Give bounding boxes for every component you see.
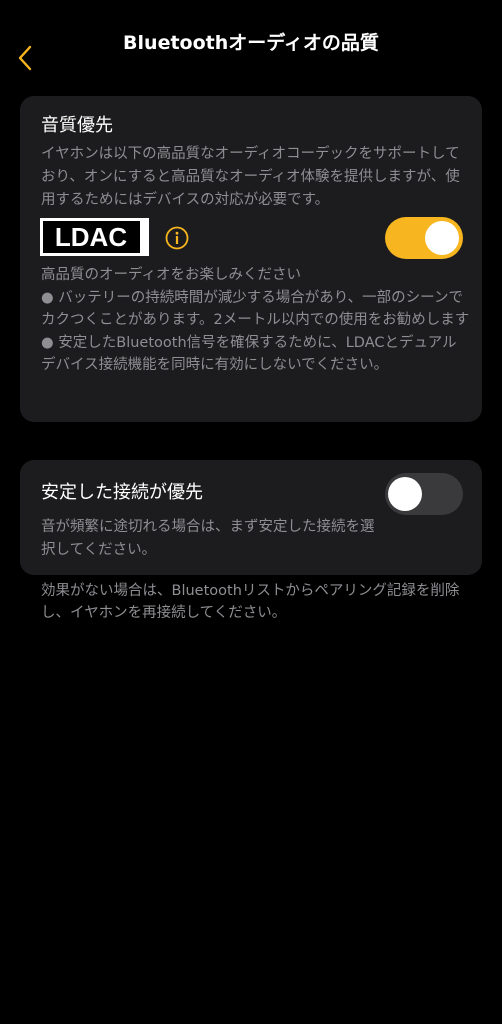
page-title: Bluetoothオーディオの品質	[123, 32, 379, 54]
ldac-details: 高品質のオーディオをお楽しみください ● バッテリーの持続時間が減少する場合があ…	[41, 264, 471, 377]
back-button[interactable]	[10, 38, 40, 78]
ldac-logo-text: LDAC	[55, 222, 127, 252]
stable-connection-description: 音が頻繁に途切れる場合は、まず安定した接続を選択してください。	[41, 519, 375, 558]
chevron-left-icon	[18, 45, 32, 71]
toggle-knob	[425, 221, 459, 255]
stable-connection-title: 安定した接続が優先	[41, 482, 203, 503]
sound-quality-description: イヤホンは以下の高品質なオーディオコーデックをサポートしており、オンにすると高品…	[41, 146, 460, 208]
ldac-bullet-battery: ● バッテリーの持続時間が減少する場合があり、一部のシーンでカクつくことがありま…	[41, 289, 470, 329]
ldac-logo: LDAC	[40, 218, 149, 256]
footer-note: 効果がない場合は、Bluetoothリストからペアリング記録を削除し、イヤホンを…	[41, 583, 460, 621]
bluetooth-audio-quality-screen: Bluetoothオーディオの品質 音質優先 イヤホンは以下の高品質なオーディオ…	[0, 0, 502, 1024]
ldac-enjoy-text: 高品質のオーディオをお楽しみください	[41, 267, 301, 283]
ldac-bullet-dual-device: ● 安定したBluetooth信号を確保するために、LDACとデュアルデバイス接…	[41, 334, 457, 374]
ldac-toggle[interactable]	[385, 217, 463, 259]
stable-connection-toggle[interactable]	[385, 473, 463, 515]
info-icon[interactable]	[165, 226, 189, 250]
sound-quality-title: 音質優先	[41, 115, 113, 136]
toggle-knob	[388, 477, 422, 511]
